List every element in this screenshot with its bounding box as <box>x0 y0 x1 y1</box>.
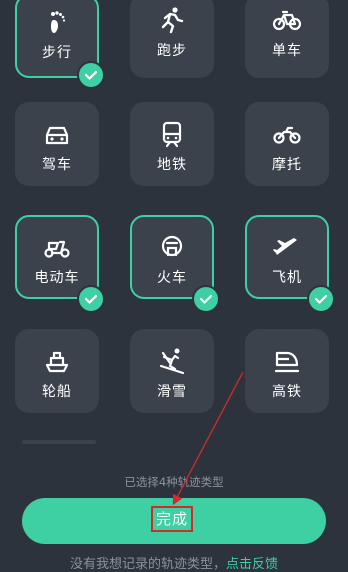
annotation-arrow <box>172 371 244 506</box>
feedback-footer: 没有我想记录的轨迹类型，点击反馈 <box>0 553 348 572</box>
